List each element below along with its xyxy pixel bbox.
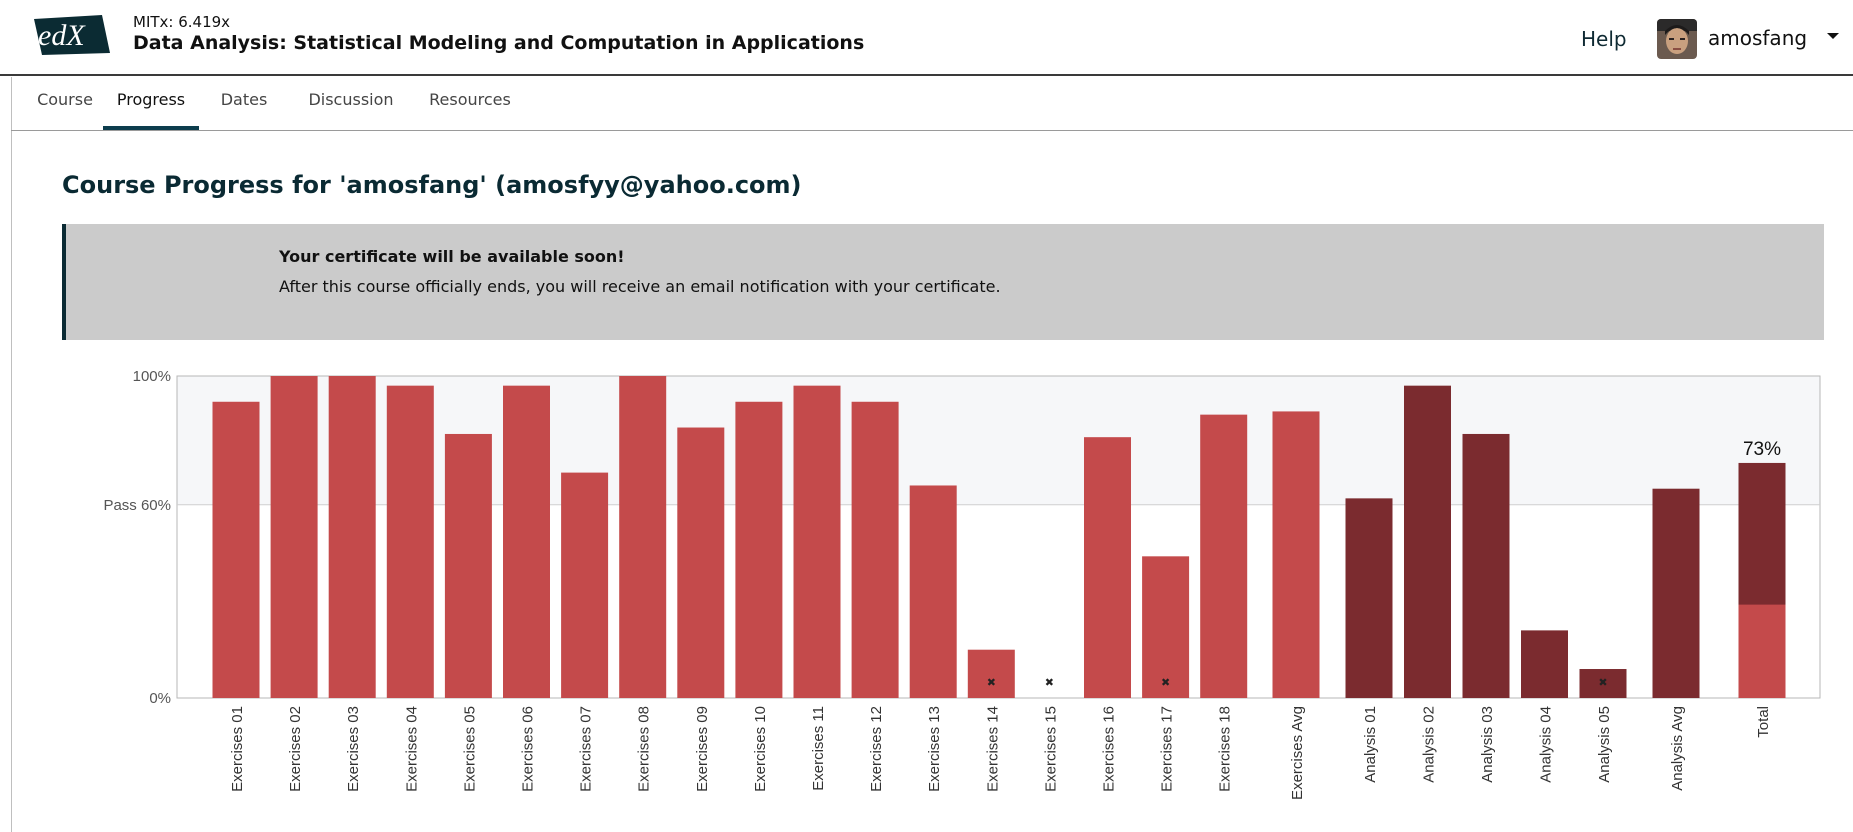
tab-dates[interactable]: Dates <box>216 77 272 130</box>
x-tick-label: Exercises 11 <box>810 706 827 791</box>
x-tick-label: Exercises 02 <box>287 706 304 792</box>
page-title: Course Progress for 'amosfang' (amosfyy@… <box>62 171 802 199</box>
dropped-marker-icon: ✖ <box>987 676 996 689</box>
dropped-marker-icon: ✖ <box>1045 676 1054 689</box>
x-tick-label: Analysis 05 <box>1596 706 1613 783</box>
tab-progress[interactable]: Progress <box>103 77 199 130</box>
help-link[interactable]: Help <box>1581 27 1627 51</box>
tab-resources[interactable]: Resources <box>417 77 523 130</box>
site-header: edX MITx: 6.419x Data Analysis: Statisti… <box>0 0 1853 76</box>
bar-analysis-03 <box>1462 433 1510 698</box>
tab-discussion[interactable]: Discussion <box>298 77 404 130</box>
total-value-label: 73% <box>1743 439 1781 460</box>
y-tick-label: 100% <box>133 368 171 385</box>
x-tick-label: Exercises 05 <box>461 706 478 792</box>
bar-exercises-02 <box>270 376 318 698</box>
bar-exercises-12 <box>851 401 899 698</box>
x-tick-label: Exercises 09 <box>694 706 711 792</box>
bar-exercises-09 <box>677 427 725 698</box>
certificate-body: After this course officially ends, you w… <box>279 277 1001 296</box>
x-tick-label: Exercises 07 <box>578 706 595 792</box>
x-tick-label: Exercises 14 <box>984 706 1001 792</box>
dropped-marker-icon: ✖ <box>1598 676 1607 689</box>
x-tick-label: Exercises 01 <box>229 706 246 792</box>
course-tabs: Course Progress Dates Discussion Resourc… <box>11 77 1853 131</box>
bar-exercises-07 <box>561 472 609 698</box>
x-tick-label: Total <box>1755 706 1772 738</box>
total-bar-exercise-part <box>1738 604 1786 698</box>
x-tick-label: Exercises 12 <box>868 706 885 792</box>
avatar-image <box>1657 19 1697 59</box>
bar-exercises-14 <box>967 649 1015 698</box>
dropped-marker-icon: ✖ <box>1161 676 1170 689</box>
bar-exercises-08 <box>619 376 667 698</box>
x-tick-label: Exercises 13 <box>926 706 943 792</box>
x-tick-label: Exercises 06 <box>520 706 537 792</box>
x-tick-label: Exercises 18 <box>1217 706 1234 792</box>
x-tick-label: Exercises 15 <box>1042 706 1059 792</box>
course-name: Data Analysis: Statistical Modeling and … <box>133 32 865 54</box>
x-tick-label: Exercises 10 <box>752 706 769 792</box>
bar-exercises-04 <box>386 385 434 698</box>
username[interactable]: amosfang <box>1708 26 1807 50</box>
x-tick-label: Analysis 01 <box>1362 706 1379 783</box>
edx-logo[interactable]: edX <box>32 13 112 57</box>
x-tick-label: Exercises 03 <box>345 706 362 792</box>
x-tick-label: Analysis 03 <box>1479 706 1496 783</box>
x-tick-label: Analysis 04 <box>1538 706 1555 783</box>
bar-analysis-01 <box>1345 498 1393 698</box>
y-tick-label: Pass 60% <box>103 497 171 514</box>
x-tick-label: Exercises 04 <box>403 706 420 792</box>
bar-exercises-13 <box>909 485 957 698</box>
x-tick-label: Exercises 16 <box>1101 706 1118 792</box>
bar-analysis-02 <box>1404 385 1451 698</box>
bar-analysis-avg <box>1652 488 1700 698</box>
bar-exercises-18 <box>1200 414 1248 698</box>
x-tick-label: Exercises 17 <box>1159 706 1176 792</box>
bar-exercises-10 <box>735 401 783 698</box>
x-tick-label: Analysis 02 <box>1421 706 1438 783</box>
bar-exercises-06 <box>503 385 550 698</box>
y-tick-label: 0% <box>149 690 171 707</box>
bar-exercises-01 <box>212 401 260 698</box>
bar-exercises-05 <box>444 433 492 698</box>
tab-course[interactable]: Course <box>28 77 102 130</box>
course-org: MITx: 6.419x <box>133 13 231 31</box>
chevron-down-icon[interactable] <box>1825 28 1841 44</box>
bar-exercises-16 <box>1084 437 1131 698</box>
edx-logo-text: edX <box>38 19 86 52</box>
x-tick-label: Exercises 08 <box>636 706 653 792</box>
x-tick-label: Exercises Avg <box>1289 706 1306 800</box>
certificate-banner: Your certificate will be available soon!… <box>62 224 1824 340</box>
avatar[interactable] <box>1657 19 1697 59</box>
x-tick-label: Analysis Avg <box>1669 706 1686 791</box>
certificate-title: Your certificate will be available soon! <box>279 247 625 266</box>
bar-analysis-04 <box>1521 630 1568 698</box>
bar-exercises-avg <box>1272 411 1320 698</box>
bar-exercises-03 <box>328 376 376 698</box>
bar-exercises-11 <box>793 385 841 698</box>
